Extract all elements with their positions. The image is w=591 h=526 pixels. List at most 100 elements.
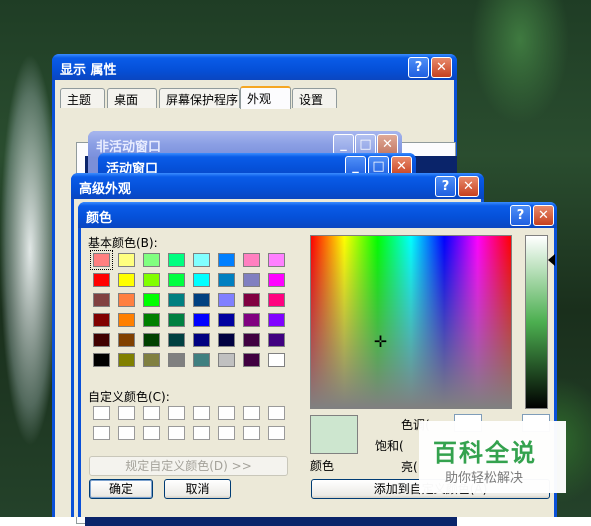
basic-color-swatch[interactable]	[168, 313, 185, 327]
basic-color-swatch[interactable]	[143, 353, 160, 367]
basic-color-swatch[interactable]	[168, 353, 185, 367]
basic-color-swatch[interactable]	[243, 293, 260, 307]
basic-colors-label: 基本颜色(B):	[88, 236, 158, 250]
basic-color-swatch[interactable]	[168, 293, 185, 307]
custom-color-slot[interactable]	[218, 406, 235, 420]
basic-color-swatch[interactable]	[218, 313, 235, 327]
basic-color-swatch[interactable]	[93, 313, 110, 327]
basic-color-swatch[interactable]	[143, 273, 160, 287]
help-button[interactable]: ?	[435, 176, 456, 197]
custom-color-slot[interactable]	[118, 426, 135, 440]
basic-color-swatch[interactable]	[118, 333, 135, 347]
custom-color-slot[interactable]	[243, 406, 260, 420]
basic-color-swatch[interactable]	[193, 313, 210, 327]
color-solid-label: 颜色	[310, 459, 335, 473]
basic-color-swatch[interactable]	[168, 333, 185, 347]
custom-color-slot[interactable]	[118, 406, 135, 420]
watermark: 百科全说 助你轻松解决	[419, 421, 566, 493]
lum-label: 亮(	[401, 460, 418, 474]
help-button[interactable]: ?	[408, 57, 429, 78]
custom-color-slot[interactable]	[93, 406, 110, 420]
crosshair-icon: ✛	[373, 332, 388, 351]
close-button[interactable]: ✕	[533, 205, 554, 226]
tab-desktop[interactable]: 桌面	[107, 88, 157, 108]
cancel-button[interactable]: 取消	[164, 479, 231, 499]
color-solid-preview	[310, 415, 358, 454]
define-custom-colors-button[interactable]: 规定自定义颜色(D) >>	[89, 456, 288, 476]
custom-color-slot[interactable]	[268, 406, 285, 420]
basic-color-swatch[interactable]	[93, 273, 110, 287]
custom-color-slot[interactable]	[193, 406, 210, 420]
custom-color-slot[interactable]	[168, 406, 185, 420]
advanced-appearance-titlebar[interactable]: 高级外观 ? ✕	[71, 173, 484, 199]
basic-color-swatch[interactable]	[218, 293, 235, 307]
basic-color-swatch[interactable]	[93, 333, 110, 347]
custom-color-slot[interactable]	[218, 426, 235, 440]
basic-color-swatch[interactable]	[193, 293, 210, 307]
basic-color-swatch[interactable]	[268, 333, 285, 347]
basic-color-swatch[interactable]	[143, 333, 160, 347]
minimize-icon: _	[333, 134, 354, 155]
advanced-appearance-title: 高级外观	[79, 182, 132, 197]
watermark-subtitle: 助你轻松解决	[445, 471, 524, 486]
watermark-title: 百科全说	[433, 439, 537, 467]
custom-color-slot[interactable]	[193, 426, 210, 440]
maximize-icon: □	[355, 134, 376, 155]
basic-color-swatch[interactable]	[193, 353, 210, 367]
custom-color-slot[interactable]	[143, 406, 160, 420]
basic-color-swatch[interactable]	[118, 293, 135, 307]
basic-color-swatch[interactable]	[218, 333, 235, 347]
basic-color-swatch[interactable]	[143, 293, 160, 307]
basic-color-swatch[interactable]	[218, 253, 235, 267]
tab-screensaver[interactable]: 屏幕保护程序	[159, 88, 240, 108]
basic-color-swatch[interactable]	[268, 253, 285, 267]
custom-color-slot[interactable]	[93, 426, 110, 440]
ok-button[interactable]: 确定	[89, 479, 153, 499]
tab-appearance[interactable]: 外观	[240, 86, 291, 109]
basic-color-swatch[interactable]	[93, 353, 110, 367]
basic-color-swatch[interactable]	[243, 353, 260, 367]
color-dialog-title: 颜色	[86, 211, 113, 226]
custom-colors-label: 自定义颜色(C):	[88, 390, 170, 404]
custom-color-slot[interactable]	[143, 426, 160, 440]
close-icon: ✕	[377, 134, 398, 155]
basic-color-swatch[interactable]	[268, 313, 285, 327]
basic-color-swatch[interactable]	[218, 353, 235, 367]
basic-color-swatch[interactable]	[118, 353, 135, 367]
basic-color-swatch[interactable]	[143, 253, 160, 267]
display-properties-titlebar[interactable]: 显示 属性 ? ✕	[52, 54, 457, 80]
basic-color-swatch[interactable]	[268, 293, 285, 307]
custom-color-slot[interactable]	[168, 426, 185, 440]
help-button[interactable]: ?	[510, 205, 531, 226]
basic-color-swatch[interactable]	[193, 333, 210, 347]
custom-color-slot[interactable]	[268, 426, 285, 440]
basic-color-swatch[interactable]	[243, 313, 260, 327]
close-button[interactable]: ✕	[431, 57, 452, 78]
close-button[interactable]: ✕	[458, 176, 479, 197]
sat-label: 饱和(	[375, 439, 404, 453]
basic-color-swatch[interactable]	[168, 253, 185, 267]
luminosity-arrow-icon[interactable]	[548, 254, 555, 266]
tab-themes[interactable]: 主题	[60, 88, 105, 108]
basic-color-swatch[interactable]	[268, 353, 285, 367]
luminosity-bar[interactable]	[525, 235, 548, 409]
color-spectrum[interactable]	[310, 235, 512, 409]
basic-color-swatch[interactable]	[218, 273, 235, 287]
tab-settings[interactable]: 设置	[292, 88, 337, 108]
basic-color-swatch[interactable]	[118, 253, 135, 267]
basic-color-swatch[interactable]	[90, 250, 113, 270]
custom-color-slot[interactable]	[243, 426, 260, 440]
basic-color-swatch[interactable]	[118, 313, 135, 327]
basic-color-swatch[interactable]	[193, 273, 210, 287]
display-properties-title: 显示 属性	[60, 63, 117, 78]
basic-color-swatch[interactable]	[243, 253, 260, 267]
basic-color-swatch[interactable]	[118, 273, 135, 287]
basic-color-swatch[interactable]	[268, 273, 285, 287]
basic-color-swatch[interactable]	[193, 253, 210, 267]
color-dialog-titlebar[interactable]: 颜色 ? ✕	[78, 202, 557, 228]
basic-color-swatch[interactable]	[243, 333, 260, 347]
basic-color-swatch[interactable]	[168, 273, 185, 287]
basic-color-swatch[interactable]	[243, 273, 260, 287]
basic-color-swatch[interactable]	[143, 313, 160, 327]
basic-color-swatch[interactable]	[93, 293, 110, 307]
